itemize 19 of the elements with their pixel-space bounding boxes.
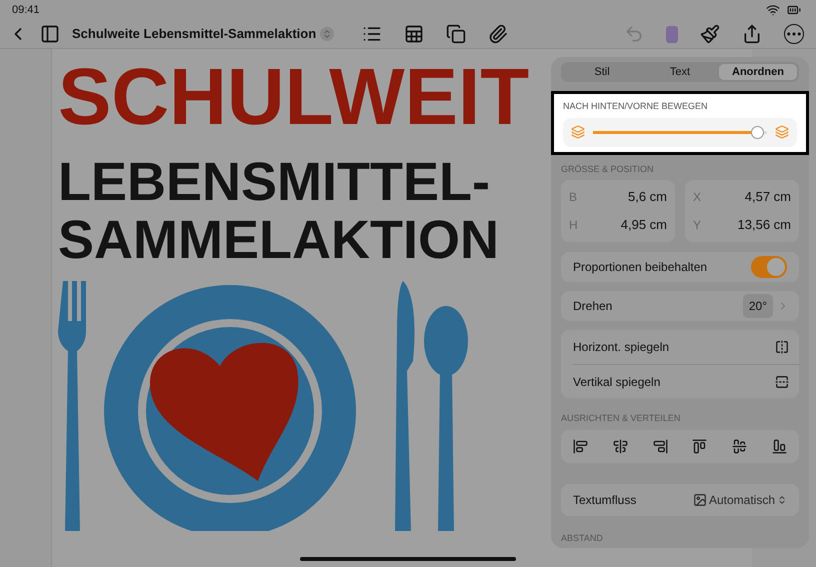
row-label: Proportionen beibehalten [573,259,708,276]
subheadline: SAMMELAKTION [58,211,499,269]
section-title: ABSTAND [561,532,604,544]
section-title: NACH HINTEN/VORNE BEWEGEN [563,100,709,113]
rotate-value[interactable]: 20° [742,294,773,318]
tab[interactable]: Stil [563,64,641,80]
headline: SCHULWEIT [58,55,530,139]
status-time: 09:41 [12,2,40,18]
tab[interactable]: Text [641,64,719,80]
subheadline: LEBENSMITTEL- [58,153,490,211]
row-label: Textumfluss [573,492,636,508]
tab[interactable]: Anordnen [719,64,797,80]
section-title: GRÖSSE & POSITION [561,162,655,176]
row-label: Drehen [573,298,612,315]
flip-button[interactable]: Vertikal spiegeln [573,364,799,398]
text-wrap-selector[interactable]: Automatisch [708,490,775,508]
flip-button[interactable]: Horizont. spiegeln [573,330,799,364]
document-title[interactable]: Schulweite Lebensmittel-Sammelaktion [72,24,316,44]
section-title: AUSRICHTEN & VERTEILEN [561,412,682,425]
